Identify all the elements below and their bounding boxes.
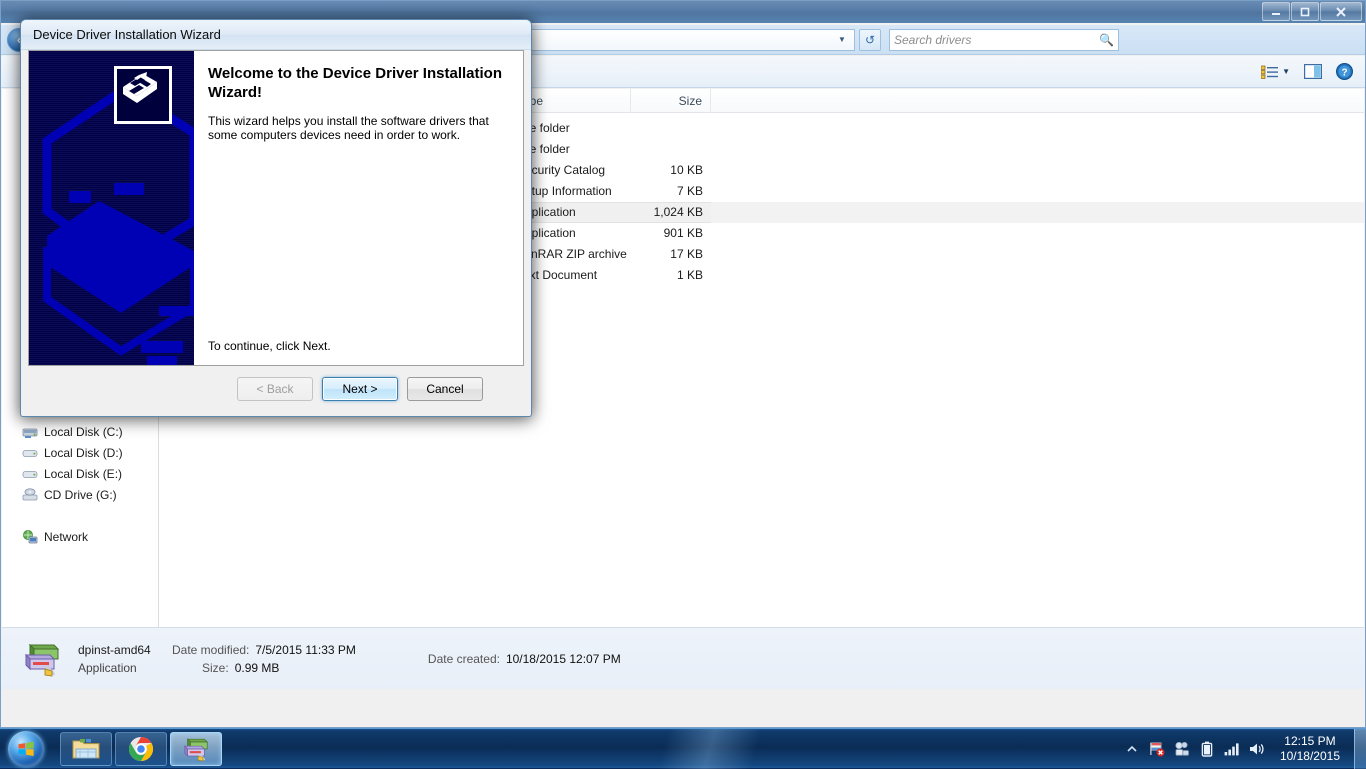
drive-icon: [22, 466, 38, 482]
column-header-size[interactable]: Size: [631, 89, 711, 113]
details-dates-group: Date modified: 7/5/2015 11:33 PM Size: 0…: [172, 643, 356, 675]
cell-size: 901 KB: [631, 223, 711, 244]
dialog-content: Welcome to the Device Driver Installatio…: [194, 51, 523, 365]
cd-drive-icon: [22, 487, 38, 503]
details-size-value: 0.99 MB: [235, 661, 280, 675]
details-date-created-label: Date created:: [428, 652, 500, 666]
application-icon: [20, 639, 64, 679]
chevron-down-icon[interactable]: ▼: [834, 35, 850, 44]
sidebar-item-local-disk-c[interactable]: Local Disk (C:): [2, 421, 158, 442]
sidebar-item-label: Network: [44, 530, 88, 544]
preview-pane-button[interactable]: [1304, 64, 1322, 79]
cell-size: [631, 118, 711, 139]
view-options-button[interactable]: ▼: [1261, 65, 1290, 79]
help-button[interactable]: ?: [1336, 63, 1353, 80]
details-pane: dpinst-amd64 Application Date modified: …: [2, 627, 1364, 689]
cell-size: 1,024 KB: [631, 202, 711, 223]
folder-icon: [71, 736, 101, 762]
sidebar-item-local-disk-d[interactable]: Local Disk (D:): [2, 442, 158, 463]
battery-icon[interactable]: [1199, 741, 1215, 757]
driver-disk-icon: [180, 735, 212, 763]
driver-disk-icon: [114, 66, 172, 124]
window-controls[interactable]: [1261, 2, 1362, 21]
details-columns: dpinst-amd64 Application Date modified: …: [78, 643, 621, 675]
search-input[interactable]: 🔍: [889, 29, 1119, 51]
network-icon: [22, 529, 38, 545]
dialog-continue-text: To continue, click Next.: [208, 339, 331, 353]
taskbar-item-windows-explorer[interactable]: [60, 732, 112, 766]
signal-bars-icon[interactable]: [1224, 741, 1240, 757]
preview-pane-icon: [1304, 64, 1322, 79]
flag-alert-icon[interactable]: [1149, 741, 1165, 757]
chrome-icon: [128, 736, 154, 762]
back-button[interactable]: < Back: [237, 377, 313, 401]
search-icon[interactable]: 🔍: [1099, 33, 1114, 47]
details-primary: dpinst-amd64 Application: [78, 643, 162, 675]
cell-size: 1 KB: [631, 265, 711, 286]
devices-icon[interactable]: [1174, 741, 1190, 757]
dialog-inner-panel: Welcome to the Device Driver Installatio…: [28, 50, 524, 366]
cell-size: 17 KB: [631, 244, 711, 265]
restore-icon[interactable]: [1291, 2, 1319, 21]
system-tray[interactable]: 12:15 PM 10/18/2015: [1124, 734, 1352, 764]
details-date-modified-line: Date modified: 7/5/2015 11:33 PM: [172, 643, 356, 657]
taskbar-apps[interactable]: [60, 732, 222, 766]
sidebar-item-local-disk-e[interactable]: Local Disk (E:): [2, 463, 158, 484]
drive-icon: [22, 445, 38, 461]
details-size-line: Size: 0.99 MB: [172, 661, 356, 675]
details-date-modified-value: 7/5/2015 11:33 PM: [255, 643, 356, 657]
details-file-name: dpinst-amd64: [78, 643, 162, 657]
system-drive-icon: [22, 424, 38, 440]
dialog-footer: < Back Next > Cancel: [28, 367, 524, 411]
start-button[interactable]: [2, 730, 50, 768]
clock-time: 12:15 PM: [1280, 734, 1340, 749]
navpane-gap: [2, 505, 158, 526]
speaker-icon[interactable]: [1249, 741, 1265, 757]
sidebar-item-label: Local Disk (E:): [44, 467, 122, 481]
minimize-icon[interactable]: [1262, 2, 1290, 21]
help-icon: ?: [1336, 63, 1353, 80]
cancel-button[interactable]: Cancel: [407, 377, 483, 401]
cell-size: 7 KB: [631, 181, 711, 202]
show-desktop-button[interactable]: [1354, 729, 1366, 769]
close-icon[interactable]: [1320, 2, 1362, 21]
sidebar-item-label: Local Disk (C:): [44, 425, 123, 439]
details-date-created-value: 10/18/2015 12:07 PM: [506, 652, 621, 666]
list-view-icon: [1261, 65, 1278, 79]
cell-size: 10 KB: [631, 160, 711, 181]
sidebar-item-cd-drive-g[interactable]: CD Drive (G:): [2, 484, 158, 505]
wizard-banner: [29, 51, 194, 365]
next-button[interactable]: Next >: [322, 377, 398, 401]
refresh-icon[interactable]: ↺: [859, 29, 881, 51]
taskbar-clock[interactable]: 12:15 PM 10/18/2015: [1274, 734, 1346, 764]
clock-date: 10/18/2015: [1280, 749, 1340, 764]
taskbar-item-google-chrome[interactable]: [115, 732, 167, 766]
device-driver-wizard-dialog[interactable]: Device Driver Installation Wizard: [20, 19, 532, 417]
chevron-down-icon[interactable]: ▼: [1282, 67, 1290, 76]
dialog-title: Device Driver Installation Wizard: [33, 27, 221, 42]
cell-size: [631, 139, 711, 160]
windows-start-icon[interactable]: [8, 731, 44, 767]
taskbar[interactable]: 12:15 PM 10/18/2015: [0, 728, 1366, 768]
taskbar-sheen: [560, 729, 860, 769]
details-size-label: Size:: [202, 661, 229, 675]
taskbar-item-device-driver-installation-wizard[interactable]: [170, 732, 222, 766]
chevron-up-icon[interactable]: [1124, 741, 1140, 757]
svg-text:?: ?: [1341, 68, 1347, 79]
sidebar-item-network[interactable]: Network: [2, 526, 158, 547]
search-field[interactable]: [894, 33, 1099, 47]
details-date-created-line: Date created: 10/18/2015 12:07 PM: [428, 652, 621, 666]
sidebar-item-label: Local Disk (D:): [44, 446, 123, 460]
details-created-group: Date created: 10/18/2015 12:07 PM: [428, 652, 621, 666]
details-file-kind: Application: [78, 661, 162, 675]
dialog-heading: Welcome to the Device Driver Installatio…: [208, 65, 507, 103]
dialog-body-text: This wizard helps you install the softwa…: [208, 114, 507, 143]
sidebar-item-label: CD Drive (G:): [44, 488, 117, 502]
dialog-titlebar[interactable]: Device Driver Installation Wizard: [21, 20, 531, 50]
details-date-modified-label: Date modified:: [172, 643, 249, 657]
